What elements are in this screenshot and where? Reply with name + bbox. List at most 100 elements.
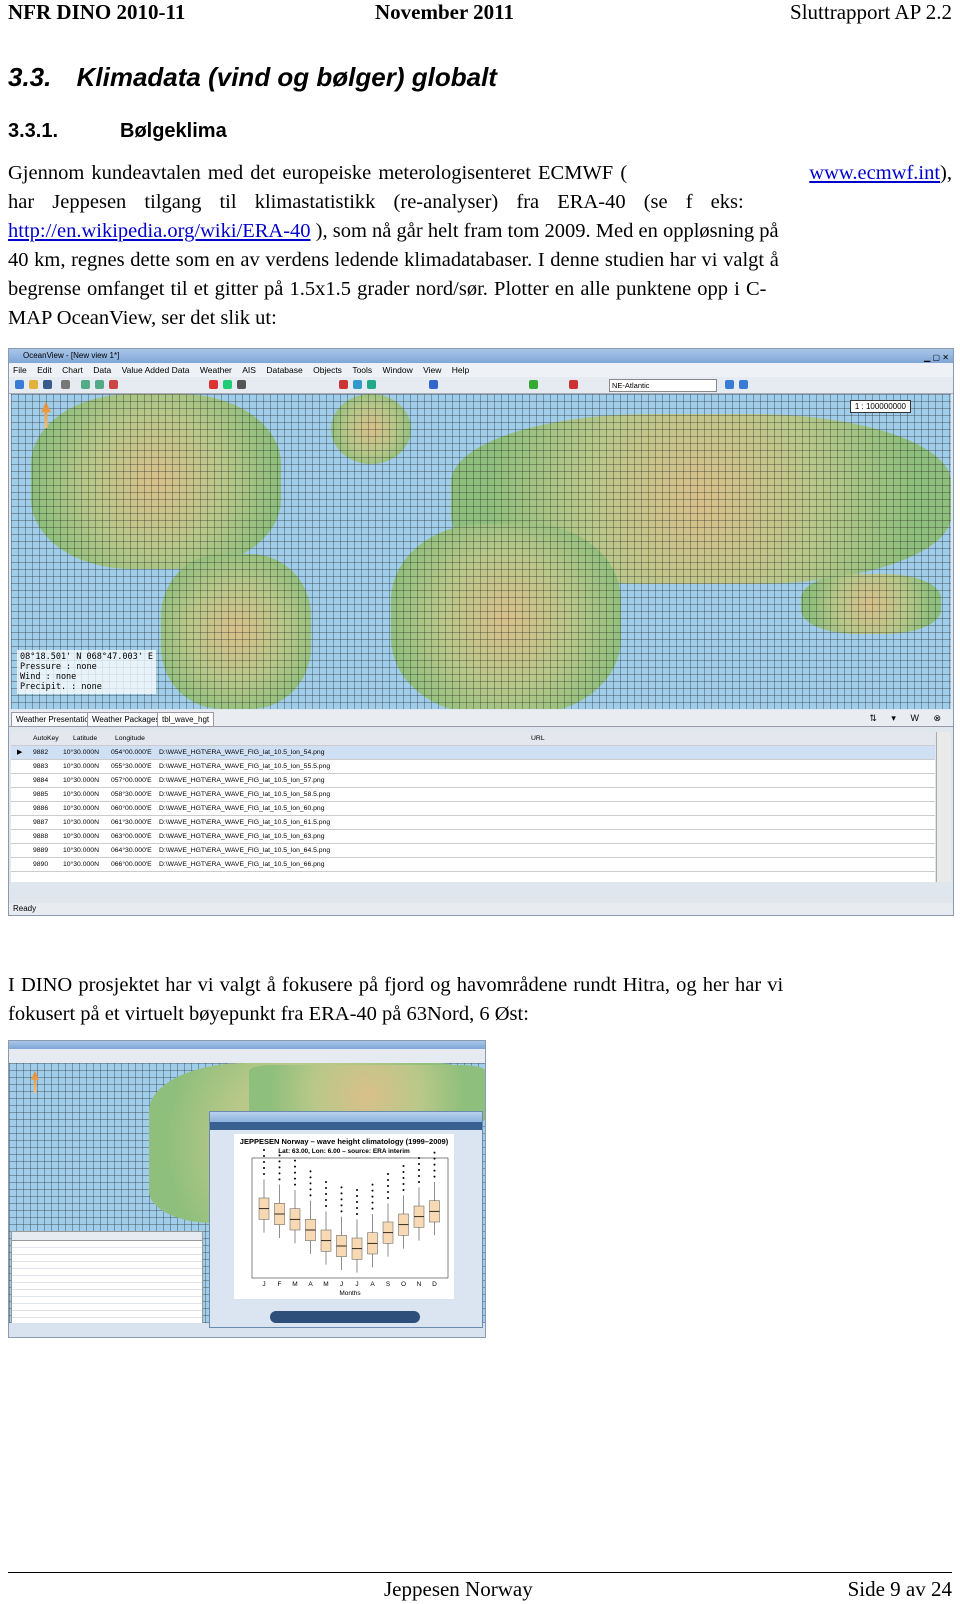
- outlier-point: [340, 1198, 343, 1201]
- col-autokey[interactable]: AutoKey: [33, 732, 59, 745]
- menu-file[interactable]: File: [13, 365, 27, 375]
- wave-height-boxplot: JEPPESEN Norway – wave height climatolog…: [234, 1134, 454, 1299]
- zoom-in-icon[interactable]: [81, 380, 90, 389]
- cell-autokey: 9882: [33, 749, 49, 756]
- cell-autokey: 9888: [33, 833, 49, 840]
- globe-icon[interactable]: [15, 380, 24, 389]
- cell-url: D:\WAVE_HGT\ERA_WAVE_FIG_lat_10.5_lon_55…: [159, 763, 331, 770]
- tab-tbl-wave-hgt[interactable]: tbl_wave_hgt: [157, 712, 215, 726]
- outlier-point: [402, 1189, 405, 1191]
- wave-table: AutoKey Latitude Longitude URL ▶ 9882 10…: [11, 732, 935, 882]
- table-row[interactable]: 9884 10°30.000N 057°00.000'E D:\WAVE_HGT…: [11, 774, 935, 788]
- globe-icon[interactable]: [725, 380, 734, 389]
- down-arrow-icon[interactable]: [339, 380, 348, 389]
- table-row[interactable]: 9889 10°30.000N 064°30.000'E D:\WAVE_HGT…: [11, 844, 935, 858]
- section-title: Klimadata (vind og bølger) globalt: [76, 62, 497, 92]
- x-tick-labels: JFMAMJJASOND: [262, 1281, 437, 1288]
- cell-url: D:\WAVE_HGT\ERA_WAVE_FIG_lat_10.5_lon_63…: [159, 833, 325, 840]
- menu-edit[interactable]: Edit: [37, 365, 52, 375]
- outlier-point: [356, 1207, 358, 1209]
- anchor-icon[interactable]: [237, 380, 246, 389]
- col-url[interactable]: URL: [531, 732, 545, 745]
- menu-chart[interactable]: Chart: [62, 365, 83, 375]
- menu-weather[interactable]: Weather: [200, 365, 232, 375]
- cell-autokey: 9885: [33, 791, 49, 798]
- table-row[interactable]: 9890 10°30.000N 066°00.000'E D:\WAVE_HGT…: [11, 858, 935, 872]
- menu-objects[interactable]: Objects: [313, 365, 342, 375]
- status-text: Ready: [13, 904, 37, 913]
- photo-viewer-window: JEPPESEN Norway – wave height climatolog…: [209, 1111, 483, 1328]
- globe-icon[interactable]: [739, 380, 748, 389]
- table-row[interactable]: 9888 10°30.000N 063°00.000'E D:\WAVE_HGT…: [11, 830, 935, 844]
- table-header: AutoKey Latitude Longitude URL: [11, 732, 935, 746]
- record-icon[interactable]: [569, 380, 578, 389]
- header-right: Sluttrapport AP 2.2: [790, 0, 952, 24]
- menu-window[interactable]: Window: [383, 365, 413, 375]
- open-folder-icon[interactable]: [29, 380, 38, 389]
- cell-url: D:\WAVE_HGT\ERA_WAVE_FIG_lat_10.5_lon_64…: [159, 847, 331, 854]
- menu-ais[interactable]: AIS: [242, 365, 256, 375]
- menu-data[interactable]: Data: [93, 365, 111, 375]
- outlier-point: [340, 1210, 343, 1213]
- menu-database[interactable]: Database: [266, 365, 302, 375]
- route-icon[interactable]: [223, 380, 232, 389]
- outlier-point: [371, 1201, 374, 1204]
- layers-icon[interactable]: [353, 380, 362, 389]
- x-tick-label: O: [401, 1281, 406, 1288]
- table-row[interactable]: ▶ 9882 10°30.000N 054°00.000'E D:\WAVE_H…: [11, 746, 935, 760]
- undo-icon[interactable]: [109, 380, 118, 389]
- outlier-point: [402, 1165, 405, 1167]
- tab-tools[interactable]: ⇅ ▾ W ⊗: [869, 713, 947, 724]
- print-icon[interactable]: [61, 380, 70, 389]
- x-tick-label: J: [262, 1281, 265, 1288]
- cell-autokey: 9887: [33, 819, 49, 826]
- ship-icon[interactable]: [429, 380, 438, 389]
- world-map[interactable]: 1 : 100000000 08°18.501' N 068°47.003' E…: [11, 394, 951, 709]
- viewer-controls[interactable]: [270, 1311, 420, 1323]
- outlier-point: [294, 1171, 296, 1174]
- save-icon[interactable]: [43, 380, 52, 389]
- scale-indicator: 1 : 100000000: [849, 400, 911, 413]
- outlier-point: [309, 1194, 312, 1197]
- cell-url: D:\WAVE_HGT\ERA_WAVE_FIG_lat_10.5_lon_57…: [159, 777, 325, 784]
- table-row[interactable]: 9886 10°30.000N 060°00.000'E D:\WAVE_HGT…: [11, 802, 935, 816]
- cursor-position: 08°18.501' N 068°47.003' E: [20, 652, 154, 662]
- cell-url: D:\WAVE_HGT\ERA_WAVE_FIG_lat_10.5_lon_58…: [159, 791, 331, 798]
- section-number: 3.3.: [8, 62, 52, 92]
- cell-longitude: 061°30.000'E: [111, 819, 152, 826]
- cell-latitude: 10°30.000N: [63, 805, 99, 812]
- table-scrollbar[interactable]: [936, 732, 951, 882]
- outlier-point: [387, 1191, 389, 1193]
- settings-icon[interactable]: [529, 380, 538, 389]
- outlier-point: [402, 1177, 405, 1179]
- menu-help[interactable]: Help: [452, 365, 469, 375]
- header-left: NFR DINO 2010-11: [8, 0, 186, 24]
- col-longitude[interactable]: Longitude: [115, 732, 145, 745]
- menu-view[interactable]: View: [423, 365, 441, 375]
- outlier-point: [294, 1165, 296, 1168]
- data-table-panel[interactable]: [11, 1231, 203, 1328]
- tab-weather-packages[interactable]: Weather Packages: [87, 712, 165, 726]
- table-row[interactable]: 9887 10°30.000N 061°30.000'E D:\WAVE_HGT…: [11, 816, 935, 830]
- menu-tools[interactable]: Tools: [352, 365, 372, 375]
- col-latitude[interactable]: Latitude: [73, 732, 97, 745]
- outlier-point: [371, 1207, 374, 1210]
- zoom-out-icon[interactable]: [95, 380, 104, 389]
- warning-icon[interactable]: [209, 380, 218, 389]
- para1-line1-end: ),: [940, 162, 952, 184]
- cell-autokey: 9889: [33, 847, 49, 854]
- wikipedia-link[interactable]: http://en.wikipedia.org/wiki/ERA-40: [8, 220, 311, 242]
- outlier-point: [418, 1175, 420, 1177]
- outlier-point: [294, 1177, 296, 1180]
- hitra-screenshot: JEPPESEN Norway – wave height climatolog…: [8, 1040, 486, 1338]
- outlier-point: [325, 1181, 327, 1183]
- chart-icon[interactable]: [367, 380, 376, 389]
- ecmwf-link[interactable]: www.ecmwf.int: [809, 162, 940, 184]
- region-select[interactable]: NE-Atlantic: [609, 379, 717, 392]
- table-row[interactable]: 9883 10°30.000N 055°30.000'E D:\WAVE_HGT…: [11, 760, 935, 774]
- outlier-point: [340, 1204, 343, 1207]
- table-row[interactable]: 9885 10°30.000N 058°30.000'E D:\WAVE_HGT…: [11, 788, 935, 802]
- outlier-point: [387, 1179, 389, 1181]
- tab-weather-presentation[interactable]: Weather Presentation: [11, 712, 99, 726]
- menu-value-added-data[interactable]: Value Added Data: [122, 365, 190, 375]
